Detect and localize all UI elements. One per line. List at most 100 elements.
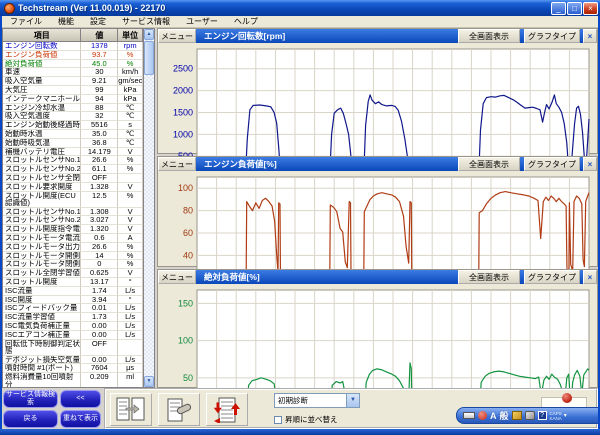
table-row[interactable]: スロットルセンサNo.2 電圧3.027V: [3, 216, 143, 225]
ime-alpha-mode[interactable]: A: [490, 411, 497, 421]
scroll-down-icon[interactable]: ▼: [144, 376, 154, 387]
table-row[interactable]: インテークマニホールド圧94kPa: [3, 95, 143, 104]
table-row[interactable]: 補機バッテリ電圧14.179V: [3, 148, 143, 157]
window-title: Techstream (Ver 11.00.019) - 22170: [18, 3, 550, 13]
data-list-split-button[interactable]: [110, 393, 152, 426]
svg-text:100: 100: [178, 183, 193, 193]
dropdown-arrow-icon[interactable]: ▼: [346, 394, 359, 407]
table-row[interactable]: スロットル開度指令電圧1.320V: [3, 225, 143, 234]
table-row[interactable]: 回転低下時制御判定状態OFF: [3, 340, 143, 356]
sort-ascending-option[interactable]: 昇順に並べ替え: [274, 414, 360, 425]
table-row[interactable]: スロットルセンサ全閉状態OFF: [3, 174, 143, 183]
table-row[interactable]: ISCフィードバック量0.01L/s: [3, 304, 143, 313]
table-row[interactable]: エンジン回転数1378rpm: [3, 42, 143, 51]
table-row[interactable]: 始動時水温35.0℃: [3, 130, 143, 139]
checkbox-label: 昇順に並べ替え: [285, 414, 338, 425]
menu-help[interactable]: ヘルプ: [226, 16, 266, 27]
tray-ball-icon: [562, 393, 572, 403]
ime-pad-icon[interactable]: [512, 411, 522, 420]
table-row[interactable]: スロットルセンサNo.1 電圧1.308V: [3, 208, 143, 217]
menu-service-info[interactable]: サービス情報: [114, 16, 178, 27]
chart-title: 絶対負荷値[%]: [196, 270, 454, 284]
sort-list-button[interactable]: [206, 393, 248, 426]
table-row[interactable]: 吸入空気温度32℃: [3, 112, 143, 121]
data-table: 項目 値 単位 エンジン回転数1378rpmエンジン負荷値93.7%絶対負荷値4…: [3, 29, 143, 387]
table-row[interactable]: 燃料消費量10回噴射分0.209ml: [3, 373, 143, 387]
ime-options-chevron-icon[interactable]: ▾: [564, 412, 567, 419]
table-row[interactable]: ISCエアコン補正量0.00L/s: [3, 331, 143, 340]
scrollbar-thumb[interactable]: [144, 41, 154, 75]
chart-menu-button[interactable]: メニュー: [158, 157, 196, 171]
table-row[interactable]: 噴射時間 #1(ポート)7604μs: [3, 364, 143, 373]
table-row[interactable]: スロットルセンサNo.1 電圧比26.6%: [3, 156, 143, 165]
column-header-item[interactable]: 項目: [3, 29, 81, 41]
record-data-icon: [164, 397, 194, 423]
keyboard-icon[interactable]: [463, 412, 475, 419]
table-row[interactable]: エンジン始動後経過時間5516s: [3, 121, 143, 130]
table-row[interactable]: スロットルセンサNo.2 電圧比61.1%: [3, 165, 143, 174]
fullscreen-button[interactable]: 全画面表示: [458, 29, 520, 43]
column-header-value[interactable]: 値: [81, 29, 118, 41]
table-row[interactable]: スロットル要求開度1.328V: [3, 183, 143, 192]
table-row[interactable]: エンジン冷却水温88℃: [3, 104, 143, 113]
chart-close-icon[interactable]: ×: [583, 270, 597, 284]
chart-title: エンジン負荷値[%]: [196, 157, 454, 171]
scroll-up-icon[interactable]: ▲: [144, 29, 154, 40]
graph-type-button[interactable]: グラフタイプ: [524, 29, 580, 43]
table-scrollbar[interactable]: ▲ ▼: [143, 29, 154, 387]
table-row[interactable]: 車速30km/h: [3, 68, 143, 77]
table-row[interactable]: スロットルモータ開側Duty比14%: [3, 252, 143, 261]
back-button[interactable]: 戻る: [3, 410, 58, 428]
svg-text:50: 50: [183, 373, 193, 383]
table-row[interactable]: スロットルモータ電流0.6A: [3, 234, 143, 243]
diagnosis-mode-dropdown[interactable]: 初期診断 ▼: [274, 393, 360, 408]
close-button[interactable]: ×: [583, 2, 598, 15]
service-info-search-button[interactable]: サービス情報検索: [3, 390, 58, 408]
table-row[interactable]: 絶対負荷値45.0%: [3, 60, 143, 69]
chart-close-icon[interactable]: ×: [583, 157, 597, 171]
menu-bar: ファイル 機能 設定 サービス情報 ユーザー ヘルプ: [2, 16, 598, 28]
menu-user[interactable]: ユーザー: [178, 16, 226, 27]
table-row[interactable]: スロットル開度13.17°: [3, 278, 143, 287]
table-row[interactable]: ISC流量1.74L/s: [3, 287, 143, 296]
table-row[interactable]: 吸入空気量9.21gm/sec: [3, 77, 143, 86]
collapse-button[interactable]: <<: [60, 390, 101, 408]
table-row[interactable]: デポジット損失空気量0.00L/s: [3, 356, 143, 365]
minimize-button[interactable]: _: [551, 2, 566, 15]
chart-panel-engine-load: メニュー エンジン負荷値[%] 全画面表示 グラフタイプ × 020406080…: [157, 156, 598, 267]
graph-type-button[interactable]: グラフタイプ: [524, 270, 580, 284]
menu-file[interactable]: ファイル: [2, 16, 50, 27]
fullscreen-button[interactable]: 全画面表示: [458, 157, 520, 171]
table-row[interactable]: 始動時吸気温36.8℃: [3, 139, 143, 148]
tools-icon[interactable]: [525, 411, 535, 420]
ime-language-bar: A 般 ? CAPSKANA ▾: [456, 407, 598, 424]
record-data-button[interactable]: [158, 393, 200, 426]
fullscreen-button[interactable]: 全画面表示: [458, 270, 520, 284]
svg-text:1500: 1500: [173, 107, 193, 117]
chart-close-icon[interactable]: ×: [583, 29, 597, 43]
chart-menu-button[interactable]: メニュー: [158, 29, 196, 43]
table-row[interactable]: スロットルモータ出力26.6%: [3, 243, 143, 252]
chart-header: メニュー 絶対負荷値[%] 全画面表示 グラフタイプ ×: [158, 270, 597, 284]
table-row[interactable]: ISC開度3.94°: [3, 296, 143, 305]
chart-menu-button[interactable]: メニュー: [158, 270, 196, 284]
help-icon[interactable]: ?: [538, 411, 547, 420]
menu-function[interactable]: 機能: [50, 16, 82, 27]
graph-type-button[interactable]: グラフタイプ: [524, 157, 580, 171]
table-row[interactable]: ISC電気負荷補正量0.00L/s: [3, 322, 143, 331]
chart-panel-engine-speed: メニュー エンジン回転数[rpm] 全画面表示 グラフタイプ × 0500100…: [157, 28, 598, 154]
table-row[interactable]: ISC流量学習値1.73L/s: [3, 313, 143, 322]
table-row[interactable]: 大気圧99kPa: [3, 86, 143, 95]
table-row[interactable]: エンジン負荷値93.7%: [3, 51, 143, 60]
column-header-unit[interactable]: 単位: [118, 29, 143, 41]
overlay-display-button[interactable]: 重ねて表示: [60, 410, 101, 428]
sort-ascending-checkbox[interactable]: [274, 416, 282, 424]
maximize-button[interactable]: □: [567, 2, 582, 15]
chart-panel-absolute-load: メニュー 絶対負荷値[%] 全画面表示 グラフタイプ × 05010015006…: [157, 269, 598, 388]
menu-settings[interactable]: 設定: [82, 16, 114, 27]
ime-general-mode[interactable]: 般: [500, 409, 509, 422]
table-row[interactable]: スロットル開度(ECU認識値)12.5%: [3, 192, 143, 208]
table-row[interactable]: スロットルモータ閉側Duty比0%: [3, 260, 143, 269]
table-row[interactable]: スロットル全閉学習値0.625V: [3, 269, 143, 278]
pen-mode-icon[interactable]: [478, 411, 487, 420]
